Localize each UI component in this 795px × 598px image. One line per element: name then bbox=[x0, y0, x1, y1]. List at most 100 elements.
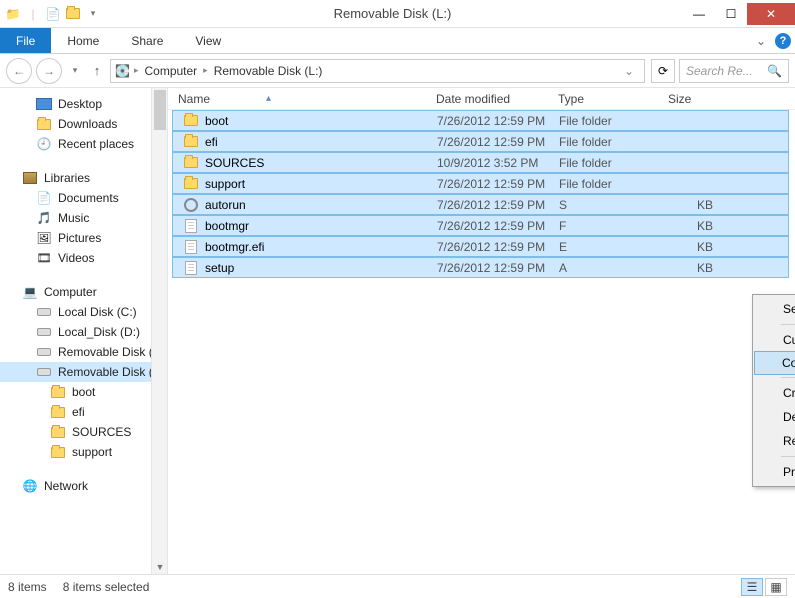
file-name: support bbox=[205, 177, 245, 191]
nav-pictures[interactable]: 🖼Pictures bbox=[0, 228, 167, 248]
menu-item-cut[interactable]: Cut bbox=[755, 328, 795, 352]
breadcrumb[interactable]: 💽 ▸ Computer ▸ Removable Disk (L:) ⌄ bbox=[110, 59, 645, 83]
nav-libraries[interactable]: Libraries bbox=[0, 168, 167, 188]
table-row[interactable]: autorun7/26/2012 12:59 PMSKB bbox=[172, 194, 789, 215]
maximize-button[interactable]: ☐ bbox=[715, 3, 747, 25]
nav-desktop[interactable]: Desktop bbox=[0, 94, 167, 114]
nav-sub-boot[interactable]: boot bbox=[0, 382, 167, 402]
scroll-down-icon[interactable]: ▼ bbox=[152, 562, 168, 572]
table-row[interactable]: bootmgr.efi7/26/2012 12:59 PMEKB bbox=[172, 236, 789, 257]
qat-dropdown-icon[interactable]: ▾ bbox=[84, 3, 102, 25]
file-date: 7/26/2012 12:59 PM bbox=[427, 114, 549, 128]
breadcrumb-drive[interactable]: Removable Disk (L:) bbox=[212, 64, 325, 78]
refresh-button[interactable]: ⟳ bbox=[651, 59, 675, 83]
menu-item-delete[interactable]: Delete bbox=[755, 405, 795, 429]
table-row[interactable]: efi7/26/2012 12:59 PMFile folder bbox=[172, 131, 789, 152]
file-size: KB bbox=[659, 240, 719, 254]
nav-sub-sources[interactable]: SOURCES bbox=[0, 422, 167, 442]
col-size[interactable]: Size bbox=[658, 92, 728, 106]
icons-view-button[interactable]: ▦ bbox=[765, 578, 787, 596]
recent-locations-icon[interactable]: ▾ bbox=[66, 62, 84, 80]
table-row[interactable]: boot7/26/2012 12:59 PMFile folder bbox=[172, 110, 789, 131]
menu-item-properties[interactable]: Properties bbox=[755, 460, 795, 484]
file-tab[interactable]: File bbox=[0, 28, 51, 53]
nav-local-c[interactable]: Local Disk (C:) bbox=[0, 302, 167, 322]
context-menu: Send to▶ CutCopy Create shortcutDeleteRena… bbox=[752, 294, 795, 487]
nav-computer[interactable]: 💻Computer bbox=[0, 282, 167, 302]
file-type: File folder bbox=[549, 177, 659, 191]
pictures-icon: 🖼 bbox=[36, 230, 52, 246]
file-icon bbox=[183, 239, 199, 255]
nav-sub-efi[interactable]: efi bbox=[0, 402, 167, 422]
nav-local-d[interactable]: Local_Disk (D:) bbox=[0, 322, 167, 342]
menu-item-label: Properties bbox=[783, 465, 795, 479]
nav-videos[interactable]: 🎞Videos bbox=[0, 248, 167, 268]
menu-item-copy[interactable]: Copy bbox=[754, 351, 795, 375]
table-row[interactable]: support7/26/2012 12:59 PMFile folder bbox=[172, 173, 789, 194]
nav-removable-2[interactable]: Removable Disk ( bbox=[0, 362, 167, 382]
file-date: 7/26/2012 12:59 PM bbox=[427, 135, 549, 149]
tab-share[interactable]: Share bbox=[115, 28, 179, 53]
menu-item-create-shortcut[interactable]: Create shortcut bbox=[755, 381, 795, 405]
nav-documents[interactable]: 📄Documents bbox=[0, 188, 167, 208]
nav-network[interactable]: 🌐Network bbox=[0, 476, 167, 496]
forward-button[interactable]: → bbox=[36, 58, 62, 84]
tab-home[interactable]: Home bbox=[51, 28, 115, 53]
tab-view[interactable]: View bbox=[179, 28, 237, 53]
menu-separator bbox=[781, 377, 795, 378]
desktop-icon bbox=[36, 96, 52, 112]
menu-item-rename[interactable]: Rename bbox=[755, 429, 795, 453]
folder-icon bbox=[50, 404, 66, 420]
file-icon bbox=[183, 218, 199, 234]
nav-downloads[interactable]: Downloads bbox=[0, 114, 167, 134]
breadcrumb-computer[interactable]: Computer bbox=[142, 64, 199, 78]
navigation-pane: Desktop Downloads 🕘Recent places Librari… bbox=[0, 88, 168, 574]
disk-icon bbox=[36, 344, 52, 360]
chevron-right-icon[interactable]: ▸ bbox=[203, 65, 208, 76]
open-folder-icon[interactable] bbox=[64, 3, 82, 25]
details-view-button[interactable]: ☰ bbox=[741, 578, 763, 596]
title-bar: 📁 | 📄 ▾ Removable Disk (L:) — ☐ ✕ bbox=[0, 0, 795, 28]
col-type[interactable]: Type bbox=[548, 92, 658, 106]
drive-icon: 💽 bbox=[115, 64, 130, 78]
file-name: boot bbox=[205, 114, 228, 128]
table-row[interactable]: SOURCES10/9/2012 3:52 PMFile folder bbox=[172, 152, 789, 173]
status-selected-count: 8 items selected bbox=[63, 580, 150, 594]
minimize-button[interactable]: — bbox=[683, 3, 715, 25]
document-icon: 📄 bbox=[36, 190, 52, 206]
folder-icon bbox=[36, 116, 52, 132]
col-date[interactable]: Date modified bbox=[426, 92, 548, 106]
chevron-right-icon[interactable]: ▸ bbox=[134, 65, 139, 76]
folder-icon bbox=[183, 134, 199, 150]
table-row[interactable]: bootmgr7/26/2012 12:59 PMFKB bbox=[172, 215, 789, 236]
folder-icon bbox=[50, 424, 66, 440]
col-name[interactable]: Name▴ bbox=[168, 92, 426, 106]
nav-sub-support[interactable]: support bbox=[0, 442, 167, 462]
file-type: F bbox=[549, 219, 659, 233]
nav-recent[interactable]: 🕘Recent places bbox=[0, 134, 167, 154]
close-button[interactable]: ✕ bbox=[747, 3, 795, 25]
folder-icon bbox=[183, 155, 199, 171]
disk-icon bbox=[36, 364, 52, 380]
search-input[interactable]: Search Re... 🔍 bbox=[679, 59, 789, 83]
nav-music[interactable]: 🎵Music bbox=[0, 208, 167, 228]
qat-sep: | bbox=[24, 3, 42, 25]
scroll-thumb[interactable] bbox=[154, 90, 166, 130]
videos-icon: 🎞 bbox=[36, 250, 52, 266]
libraries-group: Libraries 📄Documents 🎵Music 🖼Pictures 🎞V… bbox=[0, 168, 167, 268]
new-folder-icon[interactable]: 📄 bbox=[44, 3, 62, 25]
nav-removable-1[interactable]: Removable Disk ( bbox=[0, 342, 167, 362]
file-size: KB bbox=[659, 219, 719, 233]
up-button[interactable]: ↑ bbox=[88, 62, 106, 80]
back-button[interactable]: ← bbox=[6, 58, 32, 84]
status-item-count: 8 items bbox=[8, 580, 47, 594]
ribbon: File Home Share View ⌄ ? bbox=[0, 28, 795, 54]
breadcrumb-dropdown-icon[interactable]: ⌄ bbox=[624, 64, 640, 78]
table-row[interactable]: setup7/26/2012 12:59 PMAKB bbox=[172, 257, 789, 278]
ribbon-expand-icon[interactable]: ⌄ bbox=[751, 28, 771, 53]
help-button[interactable]: ? bbox=[771, 28, 795, 53]
computer-icon: 💻 bbox=[22, 284, 38, 300]
menu-item-send-to[interactable]: Send to▶ bbox=[755, 297, 795, 321]
navpane-scrollbar[interactable]: ▲ ▼ bbox=[151, 88, 167, 574]
file-name: efi bbox=[205, 135, 218, 149]
